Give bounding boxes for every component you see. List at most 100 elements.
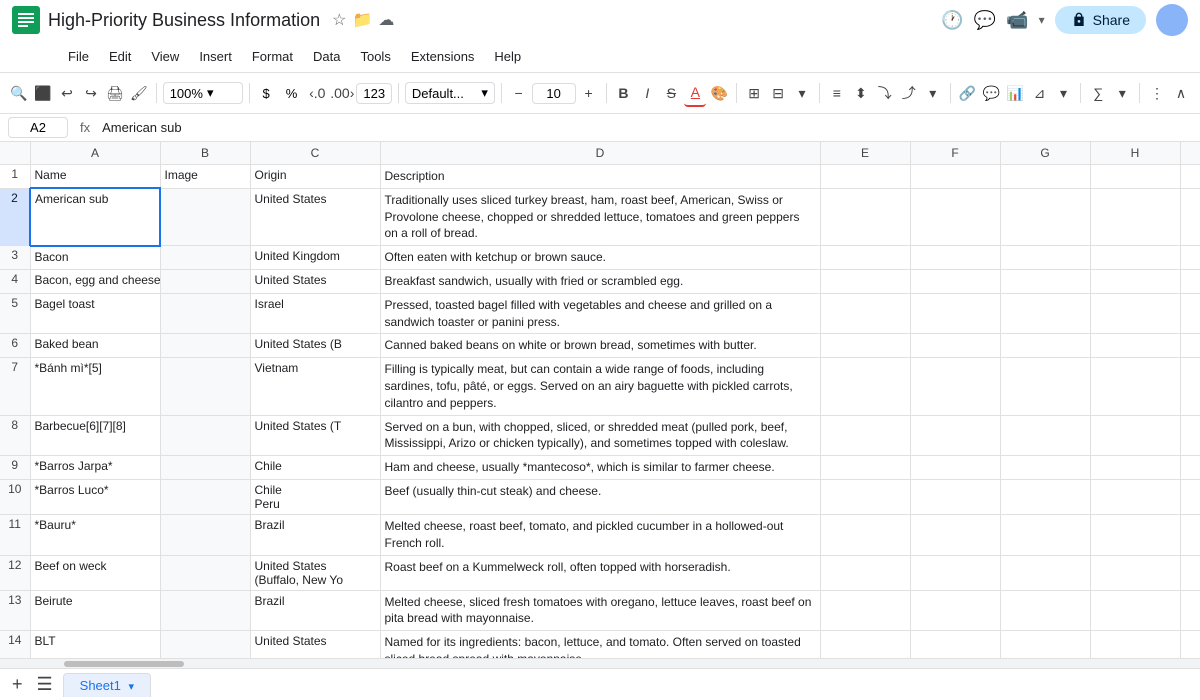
insert-chart-button[interactable]: 📊 — [1005, 79, 1027, 107]
currency-button[interactable]: $ — [255, 83, 276, 104]
comment-icon[interactable]: 💬 — [974, 10, 996, 31]
cell-B2[interactable] — [160, 188, 250, 245]
cell-D14[interactable]: Named for its ingredients: bacon, lettuc… — [380, 631, 820, 658]
grid-wrapper[interactable]: A B C D E F G H I J K L M 1NameImageOrig… — [0, 142, 1200, 658]
cell-B4[interactable] — [160, 269, 250, 293]
cell-A6[interactable]: Baked bean — [30, 334, 160, 358]
text-rotate-chevron[interactable]: ▾ — [922, 79, 944, 107]
cell-A12[interactable]: Beef on weck — [30, 555, 160, 590]
cell-C13[interactable]: Brazil — [250, 590, 380, 631]
cell-C4[interactable]: United States — [250, 269, 380, 293]
cell-A2[interactable]: American sub — [30, 188, 160, 245]
cell-I14[interactable] — [1180, 631, 1200, 658]
col-header-h[interactable]: H — [1090, 142, 1180, 165]
cell-D13[interactable]: Melted cheese, sliced fresh tomatoes wit… — [380, 590, 820, 631]
folder-icon[interactable]: 📁 — [352, 10, 372, 30]
cell-G4[interactable] — [1000, 269, 1090, 293]
cell-H14[interactable] — [1090, 631, 1180, 658]
cell-E7[interactable] — [820, 358, 910, 415]
cell-A9[interactable]: *Barros Jarpa* — [30, 456, 160, 480]
video-chevron-icon[interactable]: ▾ — [1039, 13, 1045, 27]
insert-link-button[interactable]: 🔗 — [957, 79, 979, 107]
cell-G3[interactable] — [1000, 246, 1090, 270]
cell-F3[interactable] — [910, 246, 1000, 270]
history-icon[interactable]: 🕐 — [941, 10, 963, 31]
cell-G7[interactable] — [1000, 358, 1090, 415]
cell-D4[interactable]: Breakfast sandwich, usually with fried o… — [380, 269, 820, 293]
col-header-d[interactable]: D — [380, 142, 820, 165]
cell-E2[interactable] — [820, 188, 910, 245]
sheet-tab-chevron[interactable]: ▾ — [128, 681, 134, 693]
cell-C5[interactable]: Israel — [250, 293, 380, 334]
cell-I7[interactable] — [1180, 358, 1200, 415]
col-header-b[interactable]: B — [160, 142, 250, 165]
filter-button[interactable]: ⊿ — [1028, 79, 1050, 107]
cell-E8[interactable] — [820, 415, 910, 456]
cell-H1[interactable] — [1090, 165, 1180, 189]
cell-C2[interactable]: United States — [250, 188, 380, 245]
merge-chevron[interactable]: ▾ — [791, 79, 813, 107]
redo-button[interactable]: ↪ — [80, 79, 102, 107]
cell-G13[interactable] — [1000, 590, 1090, 631]
cell-E9[interactable] — [820, 456, 910, 480]
add-sheet-button[interactable]: + — [8, 670, 27, 699]
functions-chevron[interactable]: ▾ — [1111, 79, 1133, 107]
cell-G10[interactable] — [1000, 479, 1090, 514]
cell-D2[interactable]: Traditionally uses sliced turkey breast,… — [380, 188, 820, 245]
insert-comment-button[interactable]: 💬 — [981, 79, 1003, 107]
cell-B8[interactable] — [160, 415, 250, 456]
cell-A10[interactable]: *Barros Luco* — [30, 479, 160, 514]
cell-B13[interactable] — [160, 590, 250, 631]
cell-I11[interactable] — [1180, 514, 1200, 555]
cell-C8[interactable]: United States (T — [250, 415, 380, 456]
col-header-f[interactable]: F — [910, 142, 1000, 165]
cell-F2[interactable] — [910, 188, 1000, 245]
cell-A7[interactable]: *Bánh mì*[5] — [30, 358, 160, 415]
video-icon[interactable]: 📹 — [1006, 10, 1028, 31]
cell-A3[interactable]: Bacon — [30, 246, 160, 270]
more-button[interactable]: ⋮ — [1146, 79, 1168, 107]
cell-B7[interactable] — [160, 358, 250, 415]
share-button[interactable]: Share — [1055, 6, 1146, 34]
cell-I5[interactable] — [1180, 293, 1200, 334]
cell-I10[interactable] — [1180, 479, 1200, 514]
functions-button[interactable]: ∑ — [1087, 79, 1109, 107]
cell-B14[interactable] — [160, 631, 250, 658]
menu-view[interactable]: View — [143, 45, 187, 68]
cell-A5[interactable]: Bagel toast — [30, 293, 160, 334]
cell-E4[interactable] — [820, 269, 910, 293]
cell-I2[interactable] — [1180, 188, 1200, 245]
col-header-c[interactable]: C — [250, 142, 380, 165]
filter-chevron[interactable]: ▾ — [1052, 79, 1074, 107]
cell-C14[interactable]: United States — [250, 631, 380, 658]
cell-G6[interactable] — [1000, 334, 1090, 358]
cell-A14[interactable]: BLT — [30, 631, 160, 658]
cell-B12[interactable] — [160, 555, 250, 590]
cell-F9[interactable] — [910, 456, 1000, 480]
cell-A8[interactable]: Barbecue[6][7][8] — [30, 415, 160, 456]
cell-C6[interactable]: United States (B — [250, 334, 380, 358]
cell-D12[interactable]: Roast beef on a Kummelweck roll, often t… — [380, 555, 820, 590]
cell-E1[interactable] — [820, 165, 910, 189]
col-header-a[interactable]: A — [30, 142, 160, 165]
cell-F8[interactable] — [910, 415, 1000, 456]
bold-button[interactable]: B — [612, 79, 634, 107]
menu-extensions[interactable]: Extensions — [403, 45, 483, 68]
dec-increase-button[interactable]: .00› — [330, 79, 354, 107]
cell-D11[interactable]: Melted cheese, roast beef, tomato, and p… — [380, 514, 820, 555]
cell-C11[interactable]: Brazil — [250, 514, 380, 555]
cell-C10[interactable]: Chile Peru — [250, 479, 380, 514]
cell-B10[interactable] — [160, 479, 250, 514]
cell-G9[interactable] — [1000, 456, 1090, 480]
cell-D6[interactable]: Canned baked beans on white or brown bre… — [380, 334, 820, 358]
cell-D5[interactable]: Pressed, toasted bagel filled with veget… — [380, 293, 820, 334]
cell-A4[interactable]: Bacon, egg and cheese — [30, 269, 160, 293]
merge-button[interactable]: ⊟ — [767, 79, 789, 107]
menu-format[interactable]: Format — [244, 45, 301, 68]
format-123[interactable]: 123 — [356, 83, 392, 104]
cell-H6[interactable] — [1090, 334, 1180, 358]
cell-I12[interactable] — [1180, 555, 1200, 590]
cell-C7[interactable]: Vietnam — [250, 358, 380, 415]
cell-D1[interactable]: Description — [380, 165, 820, 189]
font-size-decrease-button[interactable]: − — [508, 79, 530, 107]
